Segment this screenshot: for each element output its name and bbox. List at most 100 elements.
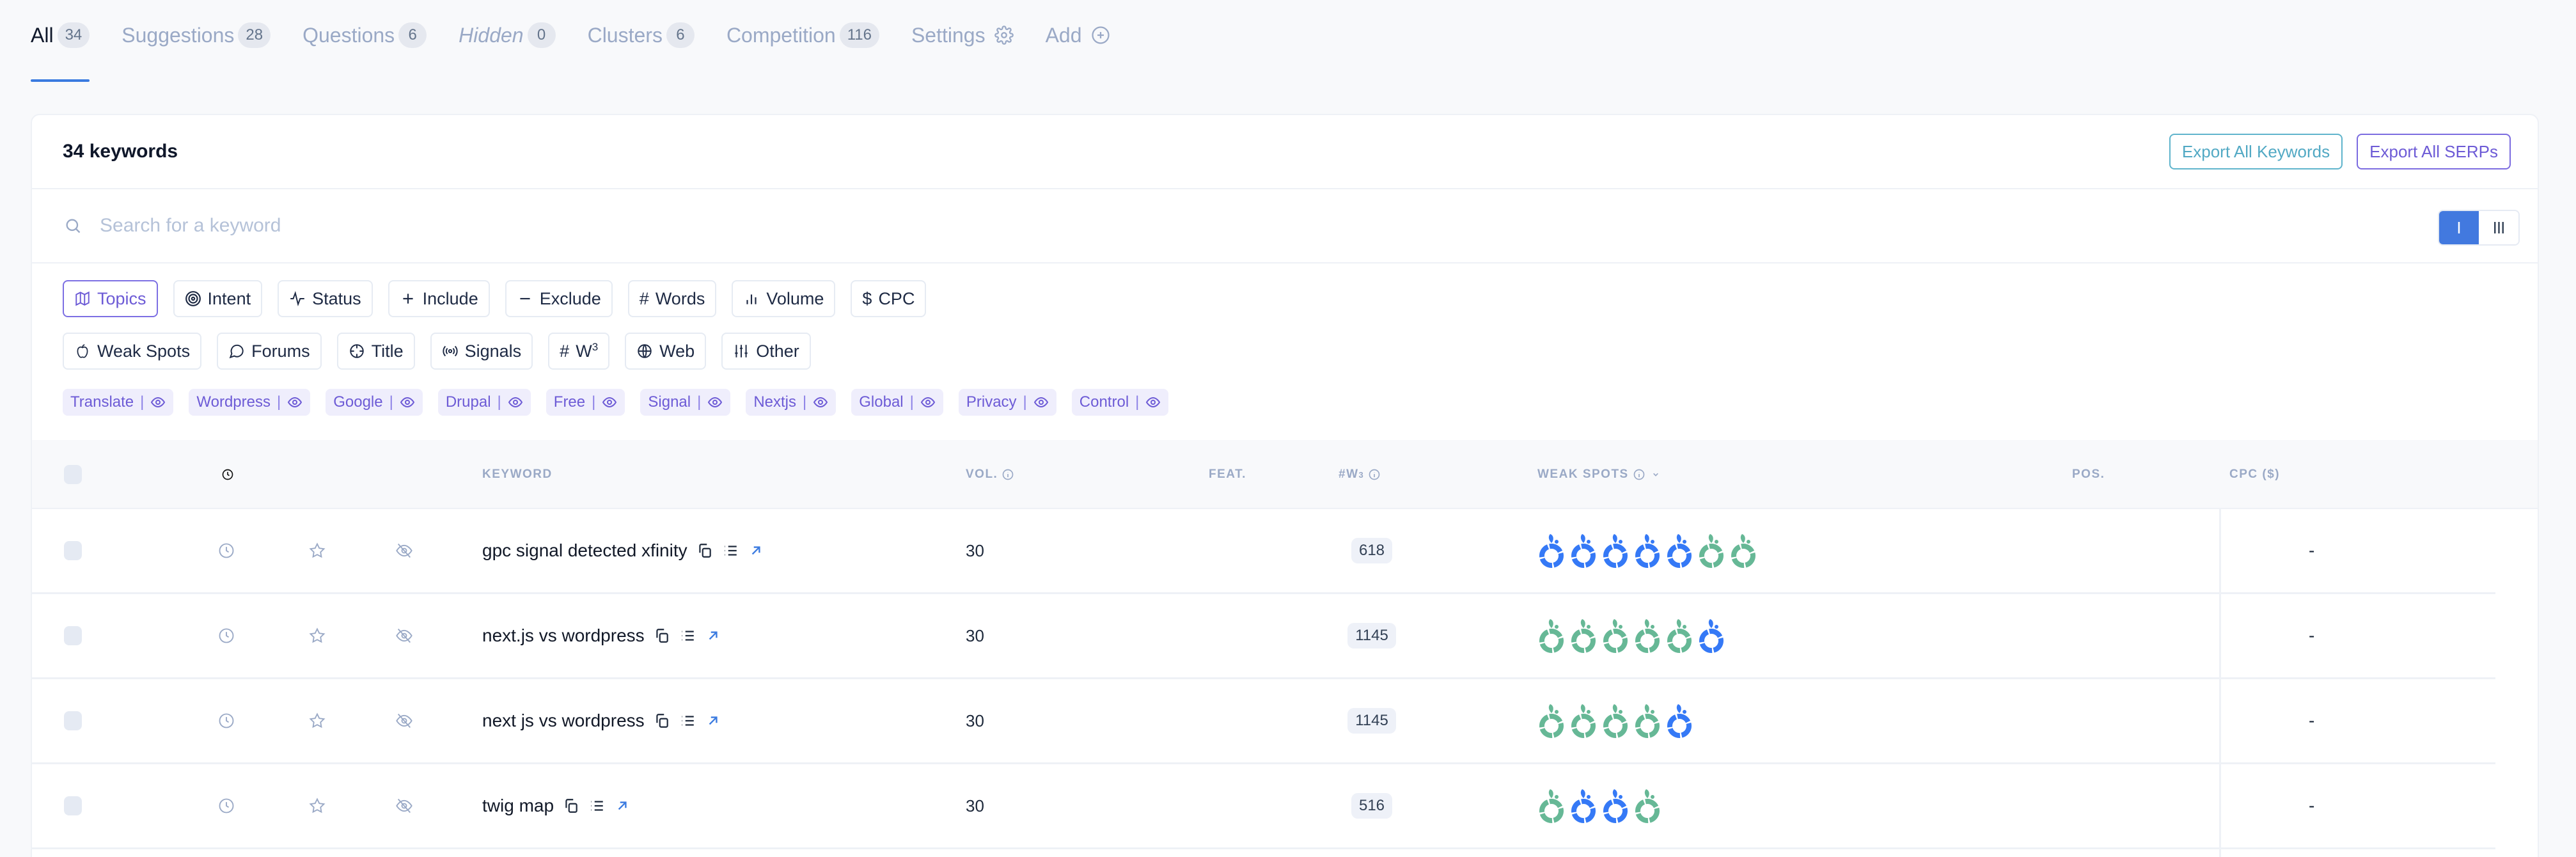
filter-cpc-button[interactable]: $ CPC bbox=[851, 280, 927, 317]
keyword-text[interactable]: twig map bbox=[482, 796, 554, 816]
search-input[interactable] bbox=[100, 215, 1890, 237]
info-icon bbox=[1003, 469, 1014, 480]
tab-hidden[interactable]: Hidden 0 bbox=[459, 0, 556, 70]
list-icon[interactable] bbox=[679, 712, 696, 729]
topic-chip[interactable]: Google | bbox=[326, 389, 423, 416]
eye-icon[interactable] bbox=[150, 395, 166, 410]
separator: | bbox=[497, 393, 501, 411]
table-row: next js vs wordpress 30 1145 - bbox=[32, 679, 2495, 764]
filter-status-button[interactable]: Status bbox=[278, 280, 373, 317]
filter-web-button[interactable]: Web bbox=[625, 333, 707, 370]
column-position[interactable]: POS. bbox=[2072, 440, 2105, 509]
topic-chip[interactable]: Wordpress | bbox=[189, 389, 311, 416]
column-cpc[interactable]: CPC ($) bbox=[2229, 440, 2280, 509]
topic-chip[interactable]: Control | bbox=[1071, 389, 1169, 416]
tab-suggestions[interactable]: Suggestions 28 bbox=[122, 0, 271, 70]
keyword-text[interactable]: next.js vs wordpress bbox=[482, 625, 645, 646]
clock-icon[interactable] bbox=[221, 468, 234, 481]
external-link-icon[interactable] bbox=[705, 627, 721, 644]
filter-exclude-button[interactable]: Exclude bbox=[505, 280, 613, 317]
separator: | bbox=[803, 393, 807, 411]
tab-settings[interactable]: Settings bbox=[911, 0, 1014, 70]
external-link-icon[interactable] bbox=[705, 712, 721, 729]
filter-words-button[interactable]: # Words bbox=[627, 280, 717, 317]
star-icon[interactable] bbox=[308, 627, 326, 645]
row-checkbox[interactable] bbox=[64, 711, 82, 730]
eye-icon[interactable] bbox=[1033, 395, 1049, 410]
topic-chip[interactable]: Global | bbox=[851, 389, 943, 416]
cpc-value: - bbox=[2309, 796, 2315, 815]
history-icon[interactable] bbox=[217, 712, 235, 730]
filter-forums-button[interactable]: Forums bbox=[217, 333, 322, 370]
eye-icon[interactable] bbox=[400, 395, 415, 410]
star-icon[interactable] bbox=[308, 797, 326, 815]
topic-chip[interactable]: Free | bbox=[546, 389, 625, 416]
star-icon[interactable] bbox=[308, 712, 326, 730]
filter-volume-button[interactable]: Volume bbox=[732, 280, 836, 317]
topic-chip[interactable]: Nextjs | bbox=[746, 389, 836, 416]
weak-spot-apple-icon bbox=[1539, 534, 1564, 568]
eye-icon[interactable] bbox=[508, 395, 523, 410]
column-volume[interactable]: VOL. bbox=[966, 440, 1014, 509]
filter-include-button[interactable]: Include bbox=[388, 280, 490, 317]
column-w3[interactable]: #W 3 bbox=[1339, 440, 1381, 509]
eye-icon[interactable] bbox=[287, 395, 302, 410]
weak-spot-apple-icon bbox=[1635, 704, 1660, 738]
star-icon[interactable] bbox=[308, 542, 326, 560]
row-checkbox[interactable] bbox=[64, 796, 82, 815]
filter-title-button[interactable]: Title bbox=[336, 333, 415, 370]
list-icon[interactable] bbox=[679, 627, 696, 644]
topic-chip[interactable]: Signal | bbox=[640, 389, 731, 416]
filter-intent-button[interactable]: Intent bbox=[173, 280, 263, 317]
filter-topics-button[interactable]: Topics bbox=[63, 280, 158, 317]
eye-off-icon[interactable] bbox=[395, 712, 413, 730]
export-keywords-button[interactable]: Export All Keywords bbox=[2169, 134, 2343, 169]
copy-icon[interactable] bbox=[563, 798, 579, 814]
weak-spot-apple-icon bbox=[1603, 704, 1628, 738]
external-link-icon[interactable] bbox=[748, 542, 764, 559]
eye-icon[interactable] bbox=[707, 395, 723, 410]
eye-icon[interactable] bbox=[1145, 395, 1161, 410]
row-checkbox[interactable] bbox=[64, 626, 82, 645]
filter-weak-spots-button[interactable]: Weak Spots bbox=[63, 333, 202, 370]
eye-icon[interactable] bbox=[602, 395, 617, 410]
tab-clusters[interactable]: Clusters 6 bbox=[588, 0, 695, 70]
tab-label: Clusters bbox=[587, 23, 663, 47]
tab-competition[interactable]: Competition 116 bbox=[726, 0, 879, 70]
eye-off-icon[interactable] bbox=[395, 797, 413, 815]
select-all-checkbox[interactable] bbox=[64, 465, 82, 484]
export-serps-button[interactable]: Export All SERPs bbox=[2357, 134, 2511, 169]
column-features[interactable]: FEAT. bbox=[1209, 440, 1246, 509]
history-icon[interactable] bbox=[217, 627, 235, 645]
column-weak-spots[interactable]: WEAK SPOTS bbox=[1537, 440, 1662, 509]
filter-signals-button[interactable]: Signals bbox=[430, 333, 533, 370]
tab-all[interactable]: All 34 bbox=[31, 0, 90, 82]
history-icon[interactable] bbox=[217, 797, 235, 815]
single-view-button[interactable]: I bbox=[2439, 211, 2479, 244]
history-icon[interactable] bbox=[217, 542, 235, 560]
chevron-down-icon[interactable] bbox=[1649, 468, 1662, 481]
filter-label: Include bbox=[422, 288, 478, 308]
topic-chip[interactable]: Drupal | bbox=[437, 389, 531, 416]
eye-icon[interactable] bbox=[813, 395, 828, 410]
copy-icon[interactable] bbox=[654, 712, 670, 729]
list-icon[interactable] bbox=[588, 798, 605, 814]
eye-icon[interactable] bbox=[920, 395, 936, 410]
tab-add[interactable]: Add bbox=[1046, 0, 1110, 70]
keyword-text[interactable]: next js vs wordpress bbox=[482, 711, 645, 731]
eye-off-icon[interactable] bbox=[395, 627, 413, 645]
copy-icon[interactable] bbox=[696, 542, 713, 559]
eye-off-icon[interactable] bbox=[395, 542, 413, 560]
topic-chip[interactable]: Translate | bbox=[63, 389, 174, 416]
column-view-button[interactable]: III bbox=[2479, 211, 2518, 244]
filter-other-button[interactable]: Other bbox=[721, 333, 811, 370]
keyword-text[interactable]: gpc signal detected xfinity bbox=[482, 540, 687, 561]
list-icon[interactable] bbox=[722, 542, 739, 559]
topic-chip[interactable]: Privacy | bbox=[958, 389, 1056, 416]
tab-questions[interactable]: Questions 6 bbox=[302, 0, 427, 70]
row-checkbox[interactable] bbox=[64, 541, 82, 560]
copy-icon[interactable] bbox=[654, 627, 670, 644]
filter-w3-button[interactable]: # W3 bbox=[548, 333, 610, 370]
column-keyword[interactable]: KEYWORD bbox=[482, 440, 553, 509]
external-link-icon[interactable] bbox=[614, 798, 631, 814]
